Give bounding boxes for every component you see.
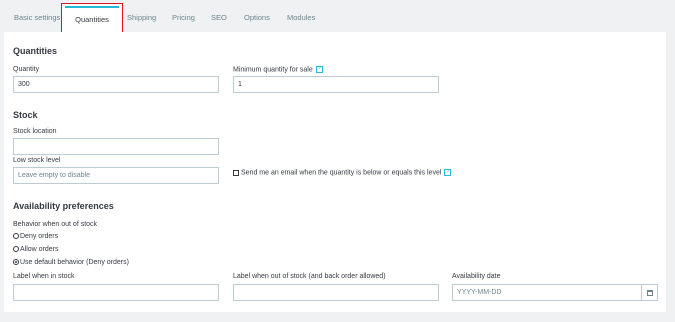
email-checkbox[interactable]: [233, 169, 239, 176]
radio-button-selected[interactable]: [13, 259, 19, 266]
availability-date-label: Availability date: [452, 273, 501, 280]
email-checkbox-label: Send me an email when the quantity is be…: [241, 169, 442, 177]
help-icon[interactable]: ?: [315, 66, 323, 73]
calendar-button[interactable]: [641, 285, 657, 300]
stock-heading: Stock: [13, 110, 38, 120]
low-stock-input[interactable]: Leave empty to disable: [13, 167, 219, 184]
radio-deny-orders[interactable]: Deny orders: [13, 233, 58, 240]
tab-pricing[interactable]: Pricing: [172, 13, 195, 22]
radio-allow-orders[interactable]: Allow orders: [13, 246, 59, 253]
quantity-input[interactable]: 300: [13, 76, 219, 93]
tab-quantities-label: Quantities: [75, 15, 109, 24]
radio-default-behavior[interactable]: Use default behavior (Deny orders): [13, 259, 129, 266]
behavior-label: Behavior when out of stock: [13, 221, 98, 228]
radio-button[interactable]: [13, 246, 19, 253]
help-icon[interactable]: ?: [444, 169, 452, 176]
out-stock-label: Label when out of stock (and back order …: [233, 273, 386, 280]
tab-shipping[interactable]: Shipping: [127, 13, 156, 22]
availability-heading: Availability preferences: [13, 201, 114, 211]
stock-location-input[interactable]: [13, 138, 219, 155]
tab-options[interactable]: Options: [244, 13, 270, 22]
quantities-heading: Quantities: [13, 46, 58, 56]
stock-location-label: Stock location: [13, 128, 57, 135]
min-quantity-input[interactable]: 1: [233, 76, 439, 93]
radio-button[interactable]: [13, 233, 19, 240]
tab-quantities[interactable]: Quantities: [61, 3, 123, 34]
tab-modules[interactable]: Modules: [287, 13, 315, 22]
radio-label: Use default behavior (Deny orders): [20, 259, 129, 266]
tab-basic-settings[interactable]: Basic settings: [14, 13, 60, 22]
quantity-label: Quantity: [13, 66, 40, 73]
in-stock-label: Label when in stock: [13, 273, 75, 280]
low-stock-email-option[interactable]: Send me an email when the quantity is be…: [233, 169, 452, 177]
availability-date-input[interactable]: YYYY-MM-DD: [452, 284, 658, 301]
min-quantity-label-text: Minimum quantity for sale: [233, 66, 313, 74]
quantities-panel: Quantities Quantity 300 Minimum quantity…: [4, 32, 666, 312]
calendar-icon: [646, 289, 653, 296]
in-stock-input[interactable]: [13, 284, 219, 301]
product-tabs: Basic settings Quantities Shipping Prici…: [0, 0, 675, 34]
tab-seo[interactable]: SEO: [211, 13, 227, 22]
radio-label: Deny orders: [20, 233, 59, 240]
min-quantity-label: Minimum quantity for sale?: [233, 66, 323, 73]
date-placeholder: YYYY-MM-DD: [457, 289, 502, 296]
low-stock-label: Low stock level: [13, 157, 61, 164]
radio-label: Allow orders: [20, 246, 59, 253]
out-stock-input[interactable]: [233, 284, 439, 301]
